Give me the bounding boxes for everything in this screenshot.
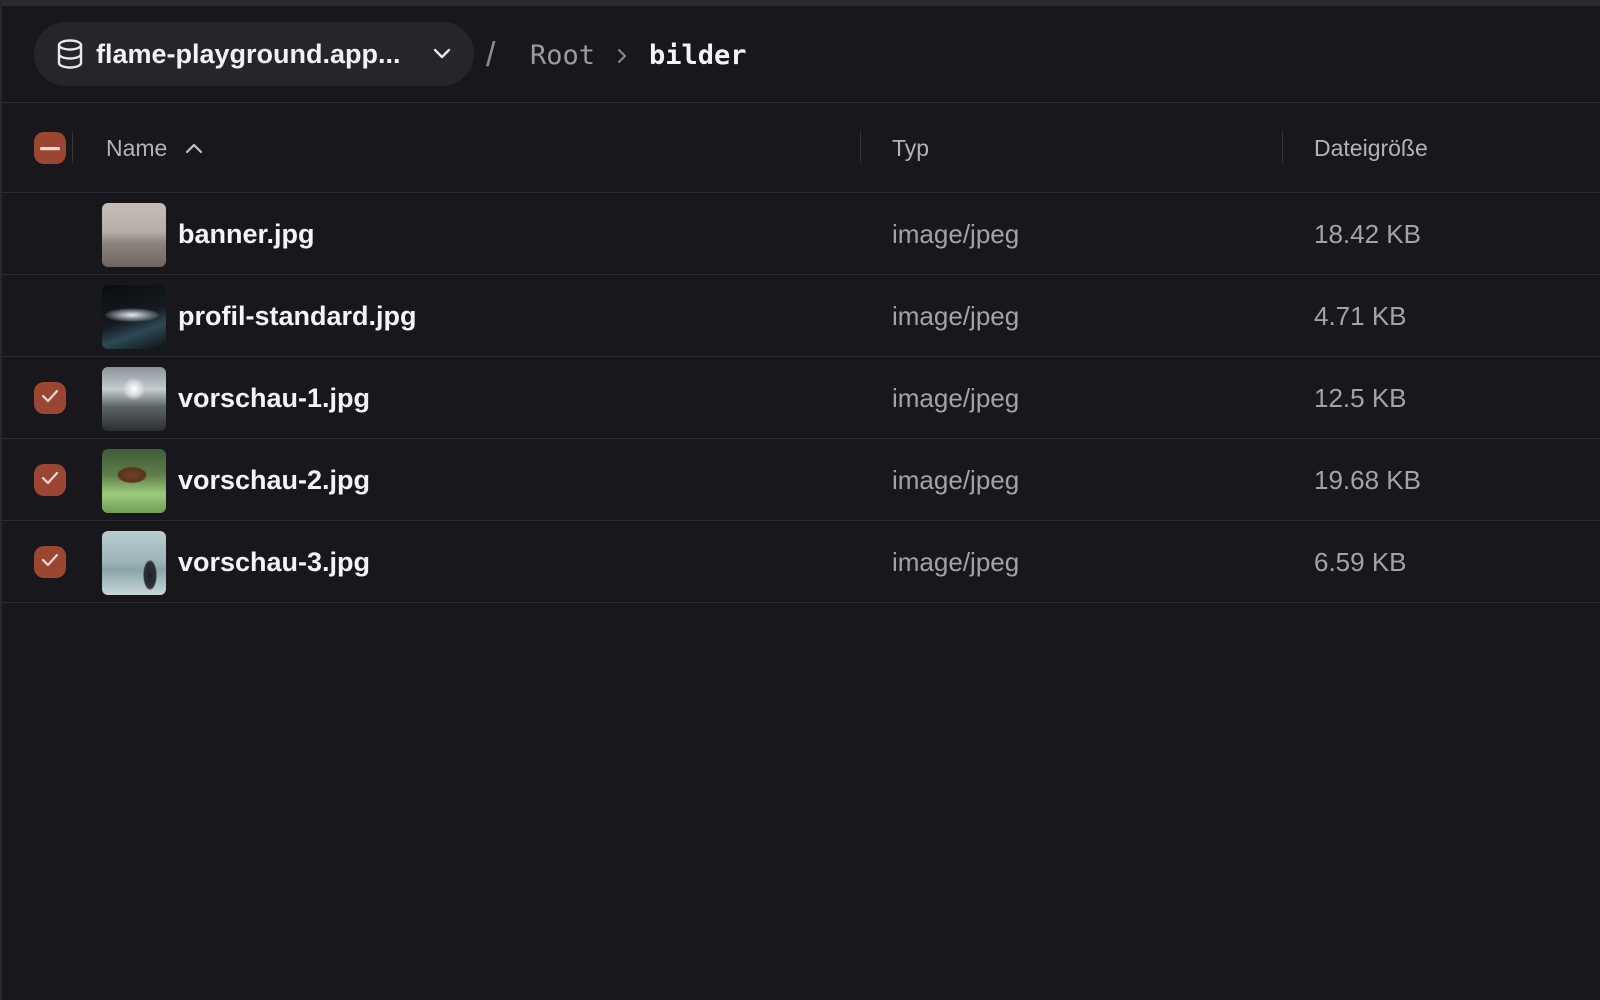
table-row[interactable]: vorschau-2.jpg image/jpeg 19.68 KB: [2, 439, 1600, 521]
file-name: banner.jpg: [178, 218, 315, 249]
check-icon: [40, 552, 60, 573]
file-size: 6.59 KB: [1314, 546, 1407, 577]
file-name: vorschau-2.jpg: [178, 464, 371, 495]
chevron-right-icon: [609, 43, 635, 69]
file-type: image/jpeg: [892, 300, 1020, 331]
empty-list-area: [2, 604, 1600, 1000]
check-icon: [40, 470, 60, 491]
file-size: 12.5 KB: [1314, 382, 1407, 413]
column-header-name[interactable]: Name: [106, 103, 203, 193]
row-checkbox[interactable]: [34, 300, 66, 332]
bucket-selector[interactable]: flame-playground.app...: [34, 22, 474, 86]
table-row[interactable]: profil-standard.jpg image/jpeg 4.71 KB: [2, 275, 1600, 357]
file-type: image/jpeg: [892, 464, 1020, 495]
column-divider: [72, 131, 73, 163]
minus-icon: [40, 139, 60, 157]
column-divider: [1282, 131, 1283, 163]
chevron-up-icon: [185, 142, 203, 154]
breadcrumb-root[interactable]: Root: [530, 40, 595, 71]
check-icon: [40, 388, 60, 409]
file-thumbnail: [102, 203, 166, 267]
breadcrumb-current: bilder: [649, 40, 747, 71]
chevron-down-icon: [430, 42, 454, 66]
file-thumbnail: [102, 367, 166, 431]
file-size: 19.68 KB: [1314, 464, 1421, 495]
file-browser: flame-playground.app... / Root bilder Na…: [0, 0, 1600, 1000]
database-icon: [54, 38, 86, 70]
column-label: Typ: [892, 134, 930, 161]
file-size: 4.71 KB: [1314, 300, 1407, 331]
path-separator: /: [486, 36, 496, 74]
breadcrumb-bar: flame-playground.app... / Root bilder: [2, 6, 1600, 103]
file-thumbnail: [102, 531, 166, 595]
file-type: image/jpeg: [892, 546, 1020, 577]
file-type: image/jpeg: [892, 218, 1020, 249]
table-header: Name Typ Dateigröße: [2, 103, 1600, 193]
column-label: Dateigröße: [1314, 134, 1428, 161]
file-thumbnail: [102, 285, 166, 349]
column-label: Name: [106, 134, 168, 161]
table-row[interactable]: vorschau-3.jpg image/jpeg 6.59 KB: [2, 521, 1600, 603]
table-row[interactable]: vorschau-1.jpg image/jpeg 12.5 KB: [2, 357, 1600, 439]
file-name: vorschau-1.jpg: [178, 382, 371, 413]
file-type: image/jpeg: [892, 382, 1020, 413]
select-all-checkbox[interactable]: [34, 132, 66, 164]
breadcrumb: Root bilder: [530, 40, 747, 71]
bucket-name: flame-playground.app...: [96, 38, 401, 69]
row-checkbox[interactable]: [34, 464, 66, 496]
table-row[interactable]: banner.jpg image/jpeg 18.42 KB: [2, 193, 1600, 275]
file-name: profil-standard.jpg: [178, 300, 417, 331]
file-name: vorschau-3.jpg: [178, 546, 371, 577]
file-table: Name Typ Dateigröße banner.jpg image/jpe…: [2, 103, 1600, 603]
file-size: 18.42 KB: [1314, 218, 1421, 249]
column-header-type[interactable]: Typ: [892, 103, 929, 193]
row-checkbox[interactable]: [34, 546, 66, 578]
column-divider: [860, 131, 861, 163]
row-checkbox[interactable]: [34, 382, 66, 414]
column-header-size[interactable]: Dateigröße: [1314, 103, 1428, 193]
file-thumbnail: [102, 449, 166, 513]
row-checkbox[interactable]: [34, 218, 66, 250]
